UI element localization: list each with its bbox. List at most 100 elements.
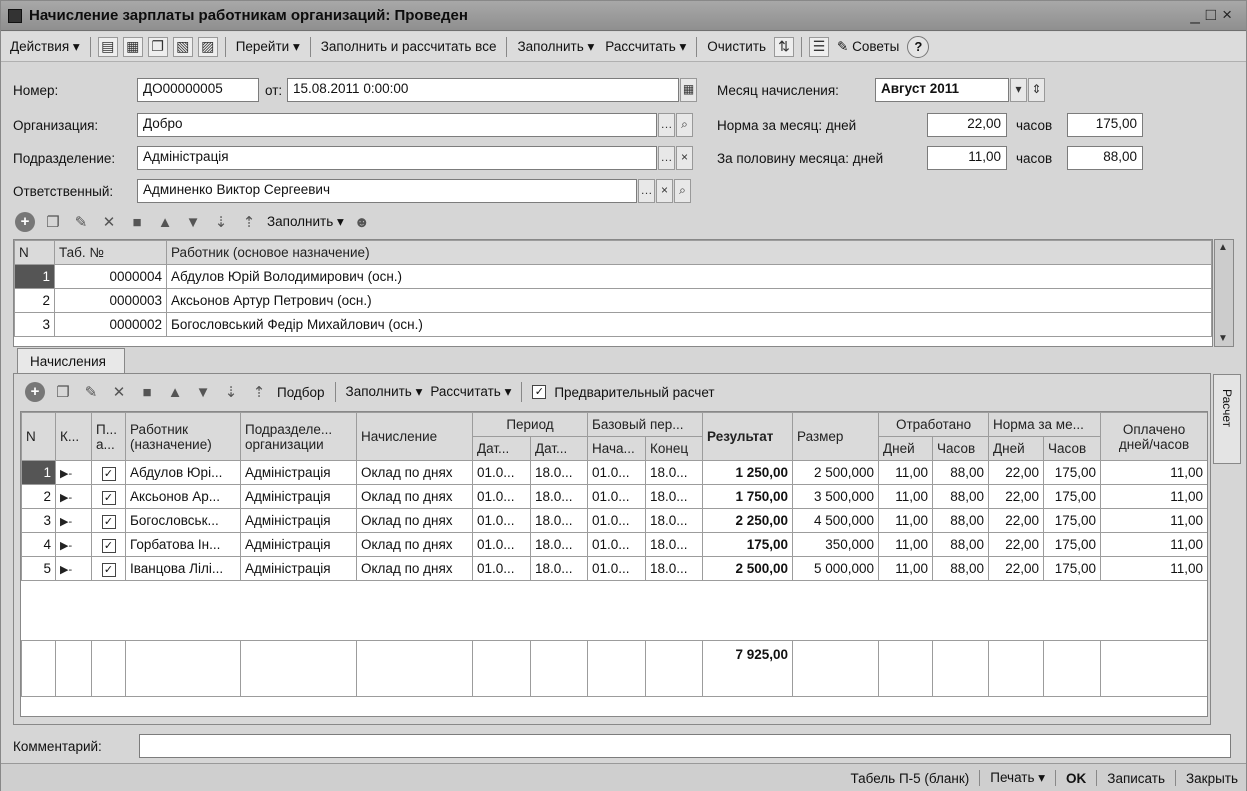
move-down-icon[interactable]: ▼	[183, 214, 203, 231]
checkbox-icon[interactable]: ✓	[101, 490, 116, 505]
table-row[interactable]: 3 ▶- ✓ Богословськ... Адміністрація Оклад по …	[21, 508, 1207, 533]
sort-asc-icon[interactable]: ⇣	[221, 383, 241, 401]
delete-icon[interactable]: ✕	[109, 383, 129, 401]
column-header-result[interactable]: Результат	[702, 412, 794, 461]
checkbox-icon[interactable]: ✓	[101, 514, 116, 529]
column-header-size[interactable]: Размер	[792, 412, 880, 461]
clear-button[interactable]: Очистить	[704, 37, 769, 56]
sort-icon[interactable]: ⇅	[774, 36, 795, 57]
column-header-base-to[interactable]: Конец	[645, 436, 704, 461]
norm-days-field[interactable]: 22,00	[927, 113, 1007, 137]
number-field[interactable]: ДО00000005	[137, 78, 259, 102]
maximize-icon[interactable]: □	[1206, 5, 1222, 24]
checkbox-icon[interactable]: ✓	[101, 466, 116, 481]
search-icon[interactable]: ⌕	[674, 179, 691, 203]
comment-field[interactable]	[139, 734, 1231, 758]
end-edit-icon[interactable]: ■	[127, 214, 147, 231]
fill-menu[interactable]: Заполнить ▾	[267, 214, 344, 230]
ok-button[interactable]: OK	[1066, 771, 1086, 786]
close-icon[interactable]: ×	[1222, 5, 1238, 24]
select-icon[interactable]: …	[658, 146, 675, 170]
copy-icon[interactable]: ❐	[147, 36, 168, 57]
active-checkbox[interactable]: ✓	[91, 484, 126, 509]
fill-menu[interactable]: Заполнить ▾	[346, 384, 423, 400]
column-header-worked-hours[interactable]: Часов	[932, 436, 990, 461]
column-header-worked-days[interactable]: Дней	[878, 436, 934, 461]
half-days-field[interactable]: 11,00	[927, 146, 1007, 170]
column-header-worked[interactable]: Отработано	[878, 412, 990, 437]
spin-icon[interactable]: ⇕	[1028, 78, 1045, 102]
column-header-period-from[interactable]: Дат...	[472, 436, 531, 461]
tab-accruals[interactable]: Начисления	[17, 348, 125, 374]
print-menu[interactable]: Печать ▾	[990, 770, 1045, 786]
column-header-tab[interactable]: Таб. №	[54, 240, 167, 265]
table-row[interactable]: 5 ▶- ✓ Іванцова Лілі... Адміністрація Оклад п…	[21, 556, 1207, 581]
table-row[interactable]: 2 0000003 Аксьонов Артур Петрович (осн.)	[14, 288, 1212, 313]
responsible-field[interactable]: Админенко Виктор Сергеевич	[137, 179, 637, 203]
fill-menu[interactable]: Заполнить ▾	[514, 37, 597, 57]
move-down-icon[interactable]: ▼	[193, 384, 213, 401]
column-header-worker[interactable]: Работник (основое назначение)	[166, 240, 1212, 265]
person-icon[interactable]: ☻	[352, 214, 372, 231]
sort-desc-icon[interactable]: ⇡	[239, 213, 259, 231]
active-checkbox[interactable]: ✓	[91, 508, 126, 533]
clear-icon[interactable]: ×	[656, 179, 673, 203]
select-icon[interactable]: …	[638, 179, 655, 203]
copy-icon[interactable]: ❐	[43, 213, 63, 231]
checkbox-icon[interactable]: ✓	[101, 538, 116, 553]
column-header-period[interactable]: Период	[471, 412, 589, 437]
column-header-norm-hours[interactable]: Часов	[1043, 436, 1102, 461]
column-header-norm-days[interactable]: Дней	[988, 436, 1045, 461]
column-header-worker[interactable]: Работник (назначение)	[125, 412, 241, 461]
column-header-n[interactable]: N	[14, 240, 55, 265]
department-field[interactable]: Адміністрація	[137, 146, 657, 170]
delete-icon[interactable]: ✕	[99, 213, 119, 231]
edit-icon[interactable]: ✎	[71, 213, 91, 231]
select-icon[interactable]: …	[658, 113, 675, 137]
half-hours-field[interactable]: 88,00	[1067, 146, 1143, 170]
table-row[interactable]: 2 ▶- ✓ Аксьонов Ар... Адміністрація Оклад по …	[21, 484, 1207, 509]
move-up-icon[interactable]: ▲	[165, 384, 185, 401]
search-icon[interactable]: ⌕	[676, 113, 693, 137]
column-header-k[interactable]: К...	[55, 412, 92, 461]
tab-calculation[interactable]: Расчет	[1213, 374, 1241, 464]
tips-button[interactable]: ✎ Советы	[834, 37, 902, 57]
column-header-p[interactable]: П... а...	[91, 412, 126, 461]
column-header-period-to[interactable]: Дат...	[529, 436, 589, 461]
scroll-down-icon[interactable]: ▼	[1218, 333, 1228, 344]
column-header-accrual[interactable]: Начисление	[356, 412, 473, 461]
calculate-menu[interactable]: Рассчитать ▾	[430, 384, 511, 400]
list-icon[interactable]: ☰	[809, 36, 830, 57]
column-header-n[interactable]: N	[21, 412, 56, 461]
scroll-up-icon[interactable]: ▲	[1218, 242, 1228, 253]
select-button[interactable]: Подбор	[277, 385, 325, 400]
table-row[interactable]: 3 0000002 Богословський Федір Михайлович…	[14, 312, 1212, 337]
help-icon[interactable]: ?	[907, 35, 930, 58]
minimize-icon[interactable]: _	[1190, 5, 1205, 24]
end-edit-icon[interactable]: ■	[137, 384, 157, 401]
move-up-icon[interactable]: ▲	[155, 214, 175, 231]
table-row[interactable]: 1 0000004 Абдулов Юрій Володимирович (ос…	[14, 264, 1212, 289]
month-field[interactable]: Август 2011	[875, 78, 1009, 102]
goto-menu[interactable]: Перейти ▾	[233, 37, 303, 57]
tabel-button[interactable]: Табель П-5 (бланк)	[851, 771, 970, 786]
active-checkbox[interactable]: ✓	[91, 556, 126, 581]
active-checkbox[interactable]: ✓	[91, 460, 126, 485]
active-checkbox[interactable]: ✓	[91, 532, 126, 557]
save-icon[interactable]: ▤	[97, 36, 118, 57]
document-icon[interactable]: ▧	[172, 36, 193, 57]
chevron-down-icon[interactable]: ▾	[1010, 78, 1027, 102]
column-header-paid[interactable]: Оплачено дней/часов	[1100, 412, 1207, 461]
sort-asc-icon[interactable]: ⇣	[211, 213, 231, 231]
column-header-base-from[interactable]: Нача...	[587, 436, 647, 461]
clear-icon[interactable]: ×	[676, 146, 693, 170]
table-row[interactable]: 4 ▶- ✓ Горбатова Ін... Адміністрація Оклад по…	[21, 532, 1207, 557]
calculate-menu[interactable]: Рассчитать ▾	[602, 37, 689, 57]
column-header-norm[interactable]: Норма за ме...	[988, 412, 1102, 437]
add-icon[interactable]: +	[25, 382, 45, 402]
add-icon[interactable]: +	[15, 212, 35, 232]
fill-and-calc-all-button[interactable]: Заполнить и рассчитать все	[318, 37, 500, 56]
edit-icon[interactable]: ✎	[81, 383, 101, 401]
close-button[interactable]: Закрыть	[1186, 771, 1238, 786]
norm-hours-field[interactable]: 175,00	[1067, 113, 1143, 137]
